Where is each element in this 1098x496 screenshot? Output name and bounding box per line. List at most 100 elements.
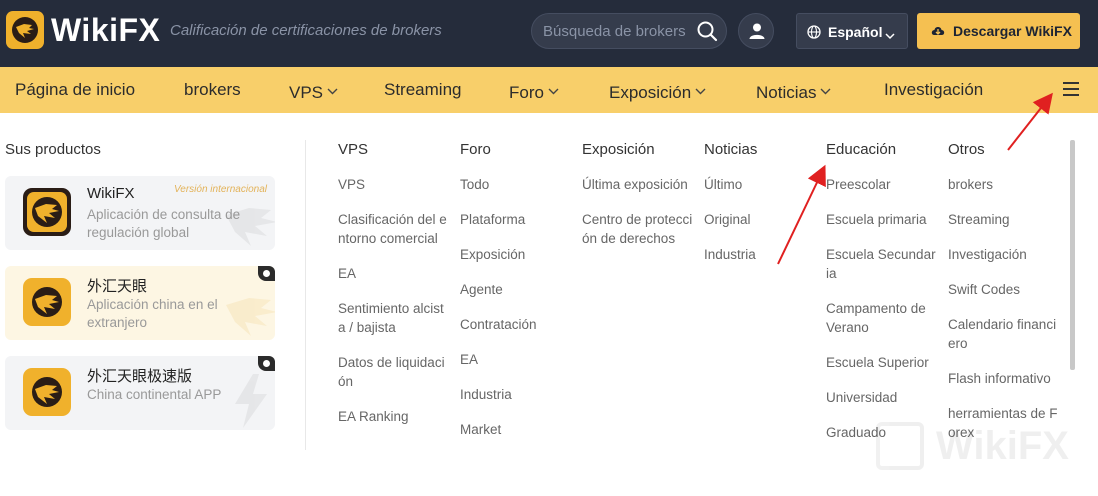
background-watermark: WikiFX: [876, 418, 1096, 478]
nav-item-exposicion[interactable]: Exposición: [609, 80, 706, 103]
nav-item-foro[interactable]: Foro: [509, 80, 559, 103]
menu-column-exposicion: Exposición Última exposición Centro de p…: [582, 141, 694, 264]
brand-tagline: Calificación de certificaciones de broke…: [170, 22, 442, 39]
column-heading[interactable]: Educación: [826, 141, 938, 158]
menu-column-foro: Foro Todo Plataforma Exposición Agente C…: [460, 141, 572, 455]
nav-item-brokers[interactable]: brokers: [184, 80, 241, 100]
product-card-waihui-tianyan-lite[interactable]: 外汇天眼极速版 China continental APP: [5, 356, 275, 430]
scrollbar[interactable]: [1070, 140, 1075, 370]
menu-link[interactable]: Streaming: [948, 210, 1060, 229]
language-selector[interactable]: Español: [796, 13, 908, 49]
nav-item-streaming[interactable]: Streaming: [384, 80, 461, 100]
waihui-tianyan-app-icon: [23, 278, 71, 326]
nav-label: Streaming: [384, 80, 462, 99]
apple-icon: [258, 266, 275, 281]
menu-link[interactable]: Última exposición: [582, 175, 694, 194]
menu-link[interactable]: Agente: [460, 280, 572, 299]
nav-label: Foro: [509, 83, 544, 102]
menu-link[interactable]: Todo: [460, 175, 572, 194]
menu-link[interactable]: Calendario financiero: [948, 315, 1060, 353]
column-heading[interactable]: Noticias: [704, 141, 816, 158]
menu-link[interactable]: EA: [338, 264, 450, 283]
nav-label: VPS: [289, 83, 324, 102]
menu-column-educacion: Educación Preescolar Escuela primaria Es…: [826, 141, 938, 458]
menu-column-otros: Otros brokers Streaming Investigación Sw…: [948, 141, 1060, 458]
column-heading[interactable]: Foro: [460, 141, 572, 158]
menu-link[interactable]: Sentimiento alcista / bajista: [338, 299, 450, 337]
search-placeholder[interactable]: Búsqueda de brokers: [543, 23, 686, 40]
menu-link[interactable]: Campamento de Verano: [826, 299, 938, 337]
menu-column-vps: VPS VPS Clasificación del entorno comerc…: [338, 141, 450, 442]
menu-link[interactable]: brokers: [948, 175, 1060, 194]
menu-link[interactable]: Original: [704, 210, 816, 229]
nav-label: Investigación: [884, 80, 984, 99]
nav-label: brokers: [184, 80, 241, 99]
search-box[interactable]: Búsqueda de brokers: [531, 13, 727, 49]
eagle-watermark-icon: [221, 190, 275, 250]
menu-link[interactable]: EA Ranking: [338, 407, 450, 426]
menu-link[interactable]: Preescolar: [826, 175, 938, 194]
globe-icon: [807, 25, 821, 44]
menu-link[interactable]: EA: [460, 350, 572, 369]
chevron-down-icon: [695, 80, 706, 100]
brand-name[interactable]: WikiFX: [51, 12, 160, 49]
menu-link[interactable]: Industria: [704, 245, 816, 264]
column-heading[interactable]: Otros: [948, 141, 1060, 158]
products-title: Sus productos: [5, 141, 101, 158]
language-label: Español: [828, 24, 883, 40]
product-name: 外汇天眼极速版: [87, 368, 193, 385]
watermark-text: WikiFX: [936, 424, 1069, 468]
menu-link[interactable]: Centro de protección de derechos: [582, 210, 694, 248]
column-heading[interactable]: Exposición: [582, 141, 694, 158]
wikifx-logo-icon[interactable]: [6, 11, 44, 49]
wikifx-app-icon: [23, 188, 71, 236]
column-divider: [305, 140, 306, 450]
apple-icon: [258, 356, 275, 371]
nav-item-home[interactable]: Página de inicio: [15, 80, 135, 100]
menu-link[interactable]: Exposición: [460, 245, 572, 264]
main-nav: Página de inicio brokers VPS Streaming F…: [0, 67, 1098, 113]
menu-link[interactable]: Datos de liquidación: [338, 353, 450, 391]
chevron-down-icon: [885, 27, 895, 45]
menu-link[interactable]: Escuela primaria: [826, 210, 938, 229]
menu-link[interactable]: Contratación: [460, 315, 572, 334]
cloud-download-icon: [931, 24, 945, 42]
eagle-watermark-icon: [221, 280, 275, 340]
column-heading[interactable]: VPS: [338, 141, 450, 158]
product-card-waihui-tianyan[interactable]: 外汇天眼 Aplicación china en el extranjero: [5, 266, 275, 340]
menu-link[interactable]: Escuela Secundaria: [826, 245, 938, 283]
menu-link[interactable]: Swift Codes: [948, 280, 1060, 299]
menu-link[interactable]: Flash informativo: [948, 369, 1060, 388]
user-icon: [749, 23, 765, 39]
search-icon[interactable]: [696, 20, 718, 47]
chevron-down-icon: [548, 80, 559, 100]
nav-label: Exposición: [609, 83, 692, 102]
user-account-button[interactable]: [738, 13, 774, 49]
top-header: WikiFX Calificación de certificaciones d…: [0, 0, 1098, 67]
download-app-button[interactable]: Descargar WikiFX: [917, 13, 1080, 49]
menu-link[interactable]: Investigación: [948, 245, 1060, 264]
chevron-down-icon: [820, 80, 831, 100]
product-name: WikiFX: [87, 185, 135, 202]
menu-link[interactable]: Plataforma: [460, 210, 572, 229]
menu-link[interactable]: Industria: [460, 385, 572, 404]
nav-item-investigacion[interactable]: Investigación: [884, 80, 983, 100]
menu-link[interactable]: Escuela Superior: [826, 353, 938, 372]
hamburger-menu-icon[interactable]: [1062, 81, 1080, 102]
menu-column-noticias: Noticias Último Original Industria: [704, 141, 816, 280]
waihui-tianyan-lite-app-icon: [23, 368, 71, 416]
menu-link[interactable]: Clasificación del entorno comercial: [338, 210, 450, 248]
nav-item-noticias[interactable]: Noticias: [756, 80, 831, 103]
nav-item-vps[interactable]: VPS: [289, 80, 338, 103]
product-name: 外汇天眼: [87, 278, 148, 295]
chevron-down-icon: [327, 80, 338, 100]
lightning-watermark-icon: [221, 370, 275, 430]
download-label: Descargar WikiFX: [953, 23, 1072, 39]
watermark-logo-icon: [876, 422, 924, 470]
menu-link[interactable]: Market: [460, 420, 572, 439]
nav-label: Noticias: [756, 83, 817, 102]
menu-link[interactable]: Último: [704, 175, 816, 194]
menu-link[interactable]: Universidad: [826, 388, 938, 407]
product-card-wikifx[interactable]: WikiFX Versión internacional Aplicación …: [5, 176, 275, 250]
menu-link[interactable]: VPS: [338, 175, 450, 194]
